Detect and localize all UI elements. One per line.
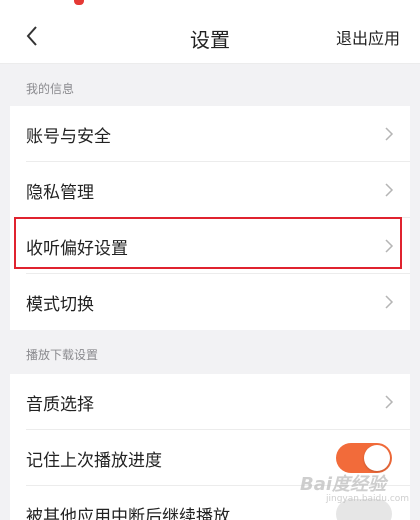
chevron-right-icon [385, 295, 394, 309]
section-label-playback-download: 播放下载设置 [26, 348, 99, 362]
settings-item-mode-switch[interactable]: 模式切换 [10, 274, 410, 330]
notification-dot [74, 0, 84, 5]
chevron-right-icon [385, 395, 394, 409]
section-label-my-info: 我的信息 [26, 82, 75, 96]
exit-app-button[interactable]: 退出应用 [336, 25, 400, 49]
resume-after-interrupt-toggle[interactable] [336, 499, 392, 520]
chevron-right-icon [385, 239, 394, 253]
item-label: 账号与安全 [26, 127, 111, 147]
settings-item-remember-progress: 记住上次播放进度 [10, 430, 410, 486]
settings-item-listening-preferences[interactable]: 收听偏好设置 [10, 218, 410, 274]
item-label: 记住上次播放进度 [26, 451, 162, 471]
item-label: 隐私管理 [26, 183, 94, 203]
settings-item-audio-quality[interactable]: 音质选择 [10, 374, 410, 430]
back-button[interactable] [14, 18, 50, 54]
item-label: 被其他应用中断后继续播放 [26, 507, 230, 520]
settings-item-privacy[interactable]: 隐私管理 [10, 162, 410, 218]
chevron-left-icon [26, 26, 37, 46]
settings-item-resume-after-interrupt: 被其他应用中断后继续播放 [10, 486, 410, 520]
item-label: 音质选择 [26, 395, 94, 415]
toggle-knob [364, 445, 390, 471]
remember-progress-toggle[interactable] [336, 443, 392, 473]
header: 设置 退出应用 [0, 10, 420, 64]
item-label: 模式切换 [26, 295, 94, 315]
settings-item-account-security[interactable]: 账号与安全 [10, 106, 410, 162]
status-bar [0, 0, 420, 10]
item-label: 收听偏好设置 [26, 239, 128, 259]
chevron-right-icon [385, 183, 394, 197]
chevron-right-icon [385, 127, 394, 141]
